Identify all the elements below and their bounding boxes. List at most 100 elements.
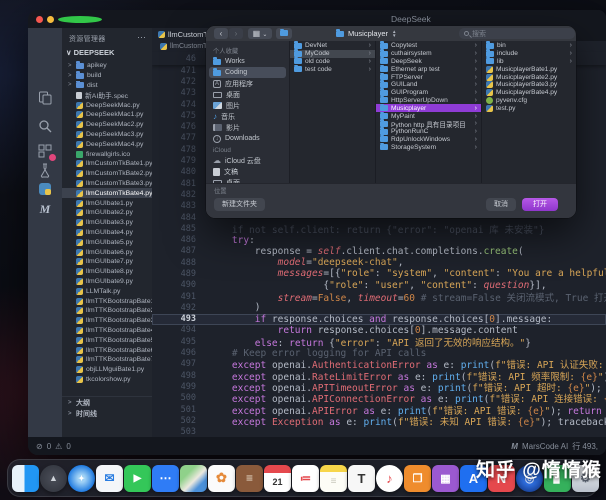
code-line[interactable]: 495 else: return {"error": "API 返回了无效的响应…: [152, 336, 606, 349]
dialog-column-item[interactable]: StorageSystem ›: [376, 142, 481, 151]
forward-button[interactable]: ›: [229, 28, 243, 39]
explorer-icon[interactable]: [37, 90, 53, 106]
dialog-column-item[interactable]: MyCode ›: [290, 49, 375, 58]
dialog-sidebar-item[interactable]: 影片: [209, 122, 286, 133]
dialog-sidebar-item[interactable]: ☁ iCloud 云盘: [209, 155, 286, 166]
dock-icon-reminders[interactable]: ≔: [292, 464, 319, 492]
file-row[interactable]: llmTTKBootstrapBate4.py: [62, 326, 152, 336]
dock-icon-textedit[interactable]: T: [348, 464, 375, 492]
dock-icon-contacts[interactable]: ≡: [236, 464, 263, 492]
testing-flask-icon[interactable]: [37, 162, 53, 178]
file-row[interactable]: > apikey: [62, 61, 152, 71]
file-row[interactable]: 新AI助手.spec: [62, 90, 152, 100]
dock-icon-notes[interactable]: ≡: [320, 464, 347, 492]
file-row[interactable]: llmGUIbate5.py: [62, 237, 152, 247]
file-row[interactable]: llmGUIbate6.py: [62, 247, 152, 257]
file-row[interactable]: llmGUIbate2.py: [62, 208, 152, 218]
code-line[interactable]: 503: [152, 427, 606, 437]
code-line[interactable]: 491 stream=False, timeout=60 # stream=Fa…: [152, 291, 606, 304]
dock-icon-music[interactable]: ♪: [376, 464, 403, 492]
dock-icon-facetime[interactable]: ▶: [124, 464, 151, 492]
dock-icon-launchpad[interactable]: ▲: [40, 464, 67, 492]
search-field[interactable]: 搜索: [459, 28, 575, 39]
dialog-sidebar-item[interactable]: 桌面: [209, 89, 286, 100]
dock-icon-calendar[interactable]: 21: [264, 464, 291, 492]
file-row[interactable]: llmTTKBootstrapBate7.py: [62, 355, 152, 365]
file-row[interactable]: llmCustomTkBate1.py: [62, 159, 152, 169]
zoom-window-button[interactable]: [58, 16, 102, 23]
file-row[interactable]: firewallgirls.ico: [62, 149, 152, 159]
dialog-column-item[interactable]: FTPServer ›: [376, 72, 481, 81]
dialog-column-item[interactable]: MusicplayerBate1.py: [482, 65, 576, 73]
folder-action-button[interactable]: [276, 28, 292, 39]
explorer-actions-icon[interactable]: ⋯: [137, 32, 146, 43]
file-row[interactable]: llmGUIbate1.py: [62, 198, 152, 208]
source-control-icon[interactable]: [37, 143, 56, 161]
dialog-column-item[interactable]: MusicplayerBate3.py: [482, 81, 576, 89]
dock-icon-finder[interactable]: [12, 464, 39, 492]
search-icon[interactable]: [37, 118, 53, 134]
back-button[interactable]: ‹: [214, 28, 228, 39]
code-line[interactable]: 486 try:: [152, 234, 606, 246]
panel-大纲[interactable]: > 大纲: [62, 397, 152, 408]
code-line[interactable]: 488 model="deepseek-chat",: [152, 257, 606, 268]
project-root[interactable]: ∨ DEEPSEEK: [66, 48, 114, 57]
code-line[interactable]: 493 if response.choices and response.cho…: [152, 313, 606, 325]
dialog-sidebar-item[interactable]: A 应用程序: [209, 78, 286, 89]
file-row[interactable]: llmGUIbate4.py: [62, 228, 152, 238]
new-folder-button[interactable]: 新建文件夹: [214, 198, 265, 211]
dialog-column-item[interactable]: lib ›: [482, 56, 576, 66]
file-row[interactable]: LLMTalk.py: [62, 286, 152, 296]
dialog-column-item[interactable]: PythonRunC ›: [376, 127, 481, 136]
dialog-column-item[interactable]: Musicplayer ›: [376, 103, 481, 113]
dialog-sidebar-item[interactable]: ↓ Downloads: [209, 133, 286, 144]
dialog-column-item[interactable]: test.py: [482, 104, 576, 112]
file-row[interactable]: objLLMguiBate1.py: [62, 365, 152, 375]
marscode-icon[interactable]: M: [37, 201, 53, 217]
dialog-column-item[interactable]: MusicplayerBate2.py: [482, 73, 576, 81]
dialog-column-item[interactable]: HttpServerUpDown ›: [376, 95, 481, 105]
code-line[interactable]: 487 response = self.client.chat.completi…: [152, 246, 606, 257]
file-row[interactable]: llmTTKBootstrapBate6.py: [62, 345, 152, 355]
dialog-column-item[interactable]: RdpUnlockWindows ›: [376, 134, 481, 144]
file-row[interactable]: llmGUIbate8.py: [62, 267, 152, 277]
panel-时间线[interactable]: > 时间线: [62, 408, 152, 419]
file-row[interactable]: llmGUIbate7.py: [62, 257, 152, 267]
dock-icon-books[interactable]: ❐: [404, 464, 431, 492]
dialog-column-item[interactable]: GUIProgram ›: [376, 88, 481, 97]
file-row[interactable]: DeepSeekMac4.py: [62, 139, 152, 149]
dialog-sidebar-item[interactable]: Works: [209, 56, 286, 67]
dialog-column-item[interactable]: test code ›: [290, 64, 375, 73]
cancel-button[interactable]: 取消: [486, 198, 516, 211]
dialog-column-item[interactable]: pyvenv.cfg: [482, 96, 576, 105]
dialog-column-item[interactable]: GUILand ›: [376, 80, 481, 89]
dialog-column-item[interactable]: DeepSeek ›: [376, 56, 481, 66]
file-row[interactable]: llmTTKBootstrapBate5.py: [62, 335, 152, 345]
minimize-window-button[interactable]: [47, 16, 54, 23]
dock-icon-messages[interactable]: ⋯: [152, 464, 179, 492]
file-row[interactable]: DeepSeekMac3.py: [62, 130, 152, 140]
dock-icon-maps[interactable]: [180, 464, 207, 492]
file-row[interactable]: llmTTKBootstrapBate2.py: [62, 306, 152, 316]
location-popup[interactable]: Musicplayer ▲ ▼: [336, 28, 396, 39]
file-row[interactable]: llmTTKBootstrapBate1.py: [62, 296, 152, 306]
file-row[interactable]: DeepSeekMac.py: [62, 100, 152, 110]
problems-status[interactable]: ⊘ 0 ⚠ 0: [36, 442, 71, 451]
file-row[interactable]: > build: [62, 70, 152, 81]
close-window-button[interactable]: [36, 16, 43, 23]
file-row[interactable]: > dist: [62, 80, 152, 91]
dialog-column-item[interactable]: cuthairsystem ›: [376, 49, 481, 58]
dialog-sidebar-item[interactable]: ♪ 音乐: [209, 111, 286, 122]
file-row[interactable]: tkcolorshow.py: [62, 375, 152, 385]
file-row[interactable]: llmTTKBootstrapBate3.py: [62, 316, 152, 326]
dialog-sidebar-item[interactable]: 文稿: [209, 166, 286, 177]
dock-icon-calculator[interactable]: ▦: [432, 464, 459, 492]
file-row[interactable]: DeepSeekMac1.py: [62, 110, 152, 120]
dock-icon-photos[interactable]: ✿: [208, 464, 235, 492]
python-extension-icon[interactable]: [37, 181, 53, 197]
dialog-sidebar-item[interactable]: 图片: [209, 100, 286, 111]
dialog-column-item[interactable]: Ethernet arp test ›: [376, 64, 481, 73]
code-line[interactable]: 492 ): [152, 302, 606, 313]
statusbar-right[interactable]: M MarsCode AI 行 493,: [511, 441, 598, 452]
code-line[interactable]: 502 except Exception as e: print(f"错误: 未…: [152, 415, 606, 428]
